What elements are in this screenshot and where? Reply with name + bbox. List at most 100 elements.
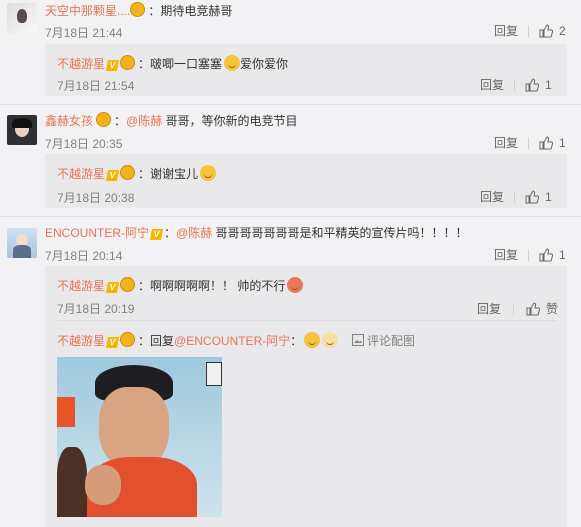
reply-line: 不越游星 V ：谢谢宝儿 [57, 165, 217, 182]
thumbs-up-icon [539, 135, 554, 149]
reply-separator: ： [138, 334, 151, 348]
comment-separator: ： [148, 4, 161, 18]
kiss-emoji-icon [224, 55, 241, 71]
avatar[interactable] [7, 228, 37, 258]
action-divider [513, 302, 515, 315]
comment-image-label: 评论配图 [366, 334, 415, 348]
reply-button[interactable]: 回复 [494, 246, 518, 263]
comment-text: 期待电竞赫哥 [160, 4, 233, 18]
verified-v-icon: V [150, 229, 163, 240]
medal-icon [96, 112, 112, 127]
decorative-sticker [57, 397, 75, 427]
comment-text: 哥哥，等你新的电竞节目 [162, 114, 298, 128]
comment-separator: ： [114, 114, 127, 128]
comment-author[interactable]: ENCOUNTER-阿宁 [45, 226, 149, 240]
reply-line: 不越游星 V ：啵唧一口塞塞 爱你爱你 [57, 55, 288, 72]
like-button[interactable]: 赞 [526, 300, 558, 317]
reply-author[interactable]: 不越游星 [57, 57, 105, 71]
comment-line: 鑫赫女孩 ：@陈赫 哥哥，等你新的电竞节目 [45, 112, 298, 129]
reply-separator: ： [138, 279, 151, 293]
reply-time: 7月18日 21:54 [57, 79, 135, 93]
reply-line: 不越游星 V ：回复@ENCOUNTER-阿宁： 评论配图 [57, 332, 415, 349]
comment-image[interactable] [57, 357, 222, 517]
reply-button[interactable]: 回复 [494, 22, 518, 39]
reply-text: 啵唧一口塞塞 [150, 57, 223, 71]
hand [85, 465, 121, 505]
doge-emoji-icon [322, 332, 339, 348]
comment-image-link[interactable]: 评论配图 [351, 334, 415, 348]
comment-divider [0, 104, 581, 105]
comment-line: ENCOUNTER-阿宁 V ：@陈赫 哥哥哥哥哥哥哥是和平精英的宣传片吗！！！！ [45, 224, 468, 241]
avatar[interactable] [7, 115, 37, 145]
wink-emoji-icon [200, 165, 217, 181]
like-count: 1 [545, 77, 552, 92]
action-divider [528, 24, 530, 37]
image-icon [351, 334, 364, 346]
reply-author[interactable]: 不越游星 [57, 167, 105, 181]
reply-text-after: 爱你爱你 [240, 57, 289, 71]
reply-actions: 回复 1 [480, 188, 552, 205]
reply-button[interactable]: 回复 [480, 188, 504, 205]
reply-separator: ： [138, 57, 151, 71]
reply-time: 7月18日 20:19 [57, 302, 135, 316]
verified-v-icon: V [106, 337, 119, 348]
reply-button[interactable]: 回复 [477, 300, 501, 317]
verified-v-icon: V [106, 60, 119, 71]
reply-button[interactable]: 回复 [494, 134, 518, 151]
action-divider [528, 136, 530, 149]
thumbs-up-icon [525, 77, 540, 91]
comment-line: 天空中那颗星.... ：期待电竞赫哥 [45, 2, 232, 19]
medal-icon [130, 2, 146, 17]
reply-actions: 回复 赞 [477, 300, 558, 317]
reply-prefix: 回复 [150, 334, 175, 348]
like-button[interactable]: 1 [525, 78, 552, 92]
reply-text: ： [290, 334, 303, 348]
mention-link[interactable]: @陈赫 [126, 114, 162, 128]
like-count: 1 [545, 189, 552, 204]
like-label: 赞 [546, 302, 559, 316]
reply-text: 谢谢宝儿 [150, 167, 199, 181]
reply-line: 不越游星 V ：啊啊啊啊啊！！ 帅的不行 [57, 277, 304, 294]
reply-actions: 回复 1 [480, 76, 552, 93]
reply-author[interactable]: 不越游星 [57, 334, 105, 348]
reply-divider [57, 320, 557, 321]
like-button[interactable]: 1 [539, 248, 566, 262]
comment-author[interactable]: 天空中那颗星.... [45, 4, 130, 18]
mention-link[interactable]: @陈赫 [176, 226, 212, 240]
like-count: 1 [559, 247, 566, 262]
reply-button[interactable]: 回复 [480, 76, 504, 93]
comment-separator: ： [164, 226, 177, 240]
action-divider [514, 190, 516, 203]
mention-link[interactable]: @ENCOUNTER-阿宁 [174, 334, 290, 348]
action-divider [514, 78, 516, 91]
like-button[interactable]: 1 [539, 136, 566, 150]
reply-time: 7月18日 20:38 [57, 191, 135, 205]
comment-divider [0, 216, 581, 217]
reply-text: 啊啊啊啊啊！！ 帅的不行 [150, 279, 286, 293]
avatar[interactable] [7, 3, 37, 33]
like-button[interactable]: 1 [525, 190, 552, 204]
medal-icon [120, 332, 136, 347]
verified-v-icon: V [106, 282, 119, 293]
smile-emoji-icon [304, 332, 321, 348]
thumbs-up-icon [539, 247, 554, 261]
medal-icon [120, 277, 136, 292]
comment-actions: 回复 1 [494, 134, 566, 151]
action-divider [528, 248, 530, 261]
comment-text: 哥哥哥哥哥哥哥是和平精英的宣传片吗！！！！ [212, 226, 468, 240]
like-count: 1 [559, 135, 566, 150]
comment-time: 7月18日 20:35 [45, 137, 123, 151]
verified-v-icon: V [106, 170, 119, 181]
thumbs-up-icon [539, 23, 554, 37]
like-count: 2 [559, 23, 566, 38]
like-button[interactable]: 2 [539, 24, 566, 38]
comment-time: 7月18日 21:44 [45, 26, 123, 40]
reply-author[interactable]: 不越游星 [57, 279, 105, 293]
thumbs-up-icon [525, 189, 540, 203]
background-figure [57, 447, 87, 517]
medal-icon [120, 165, 136, 180]
comment-author[interactable]: 鑫赫女孩 [45, 114, 93, 128]
decorative-sticker [206, 362, 222, 386]
angry-emoji-icon [287, 277, 304, 293]
thumbs-up-icon [526, 301, 541, 315]
